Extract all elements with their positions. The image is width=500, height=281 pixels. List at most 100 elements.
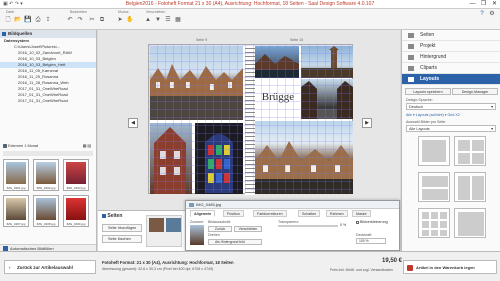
quick-access-toolbar[interactable]: ▣ ↶ ↷ ▾ [3,1,23,7]
tab-frame[interactable]: Rahmen [326,210,348,217]
delete-page-button[interactable]: Seite löschen [102,235,142,243]
tab-general[interactable]: Allgemein [190,210,216,217]
editor-canvas[interactable]: Seite 9 Seite 10 ◀ ▶ Brügge [98,30,400,210]
layout-option[interactable] [454,208,486,238]
prev-page-button[interactable]: ◀ [128,118,138,128]
layout-gallery [418,136,486,248]
nav-cliparts[interactable]: Cliparts [402,63,500,74]
next-page-button[interactable]: ▶ [362,118,372,128]
grid-icon[interactable]: ▦ [174,16,182,24]
new-icon[interactable]: 🗋 [4,16,12,24]
thumbnail[interactable]: IMG_0407.jpg [3,195,29,227]
layout-option-preview [431,221,438,228]
tab-color-correction[interactable]: Farbkorrekturen [253,210,287,217]
page-thumbnail-image [149,218,164,232]
tab-position[interactable]: Position [223,210,244,217]
thumbnail[interactable]: IMG_0408.jpg [33,195,59,227]
window-title: Belgien2016 - Fotoheft Format 21 x 30 (A… [125,1,375,7]
filter-checkbox[interactable] [3,144,7,148]
page-thumbnail[interactable] [146,215,182,247]
transparency-slider[interactable] [278,225,338,227]
hand-icon[interactable]: ✋ [126,16,134,24]
product-format: Fotoheft Format: 21 x 30 (A4), Ausrichtu… [102,260,234,265]
help-icon[interactable]: ? [478,10,486,18]
crop-label: Bildausschnitt: [208,220,232,224]
thumbnail-image [6,162,26,184]
nav-layouts[interactable]: Layouts [402,74,500,85]
open-icon[interactable]: 📂 [14,16,22,24]
layout-option[interactable] [454,136,486,166]
settings-icon[interactable]: ⚙ [488,10,496,18]
nav-layouts-label: Layouts [420,76,440,82]
thumbnail-label: IMG_0402.jpg [36,186,56,190]
layout-option[interactable] [454,172,486,202]
align-icon[interactable]: ☰ [164,16,172,24]
zoom-label: Zoomen: [190,220,205,224]
add-to-cart-button[interactable]: Artikel in den Warenkorb legen [403,260,497,274]
nav-pages-label: Seiten [420,32,435,38]
thumbnail[interactable]: IMG_0409.jpg [63,195,89,227]
redo-icon[interactable]: ↷ [76,16,84,24]
photo-stained-glass[interactable] [195,123,243,194]
arrow-up-icon[interactable]: ▲ [144,16,152,24]
page-spread[interactable]: Brügge [148,44,353,195]
image-sources-title: Bildquellen [8,31,33,36]
text-frame[interactable]: Brügge [255,79,301,119]
back-to-articles-button[interactable]: ‹ Zurück zur Artikelauswahl [4,260,96,274]
add-page-button[interactable]: Seite hinzufügen [102,224,142,232]
shrink-checkbox[interactable] [356,220,359,224]
back-button[interactable]: Zurück [208,226,232,232]
copy-icon[interactable]: ⧉ [98,16,106,24]
images-per-page-select[interactable]: Alle Layouts ▾ [406,125,496,132]
photo-canal[interactable] [255,46,299,78]
thumbnail[interactable]: IMG_0403.jpg [63,159,89,191]
layout-option[interactable] [418,208,450,238]
undo-icon[interactable]: ↶ [66,16,74,24]
layout-option[interactable] [418,136,450,166]
set-background-button[interactable]: Als Hintergrund bild [208,239,262,245]
save-icon[interactable]: 💾 [24,16,32,24]
cliparts-icon [408,66,414,71]
export-icon[interactable]: ⇪ [44,16,52,24]
layout-option-preview [458,212,484,236]
photo-tower[interactable] [301,46,353,78]
move-button[interactable]: Verschieben [234,226,262,232]
nav-pages[interactable]: Seiten [402,30,500,41]
nav-background-label: Hintergrund [420,54,447,60]
layout-filter-links[interactable]: Alle ▾ Layouts (schlicht) ▾ Grid X2 [406,113,460,117]
layout-option-preview [472,153,484,164]
nav-project[interactable]: Projekt [402,41,500,52]
save-layout-tab[interactable]: Layouts speichern [405,88,451,95]
layout-option-preview [422,230,429,236]
photo-brick-house[interactable] [150,123,192,194]
maximize-button[interactable]: ❐ [478,0,489,9]
design-manager-tab[interactable]: Design-Manager [452,88,498,95]
print-icon[interactable]: ⎙ [34,16,42,24]
cut-icon[interactable]: ✂ [88,16,96,24]
view-toggle-icon[interactable]: ▦ ▤ [83,143,91,149]
cursor-icon[interactable]: ➤ [116,16,124,24]
minimize-button[interactable]: — [467,0,478,9]
folder-tree-item[interactable]: 2017_01_31_OneWheRoad [0,98,96,104]
photo-city-hall[interactable] [255,121,353,194]
thumbnail[interactable]: IMG_0402.jpg [33,159,59,191]
tab-shadow[interactable]: Schatten [298,210,321,217]
title-bar: ▣ ↶ ↷ ▾ Belgien2016 - Fotoheft Format 21… [0,0,500,9]
transparency-value: 0 % [340,223,347,227]
thumbnail[interactable]: IMG_0401.jpg [3,159,29,191]
opacity-select[interactable]: 100 % [356,238,386,244]
text-frame-title[interactable]: Brügge [255,91,301,103]
cart-icon [407,265,413,271]
design-language-select[interactable]: Deutsch ▾ [406,103,496,110]
nav-cliparts-label: Cliparts [420,65,437,71]
layout-option[interactable] [418,172,450,202]
arrow-down-icon[interactable]: ▼ [154,16,162,24]
photo-street[interactable] [301,79,353,119]
auto-fill-bar[interactable]: Automatisches Bildfüllen [0,244,96,251]
photo-market-square[interactable] [150,46,243,120]
close-button[interactable]: ✕ [489,0,500,9]
shrink-checkbox-row[interactable]: Bildverkleinerung [356,220,388,224]
ribbon-group-move: Verschieben [146,10,166,14]
nav-background[interactable]: Hintergrund [402,52,500,63]
tab-mask[interactable]: Maske [352,210,371,217]
